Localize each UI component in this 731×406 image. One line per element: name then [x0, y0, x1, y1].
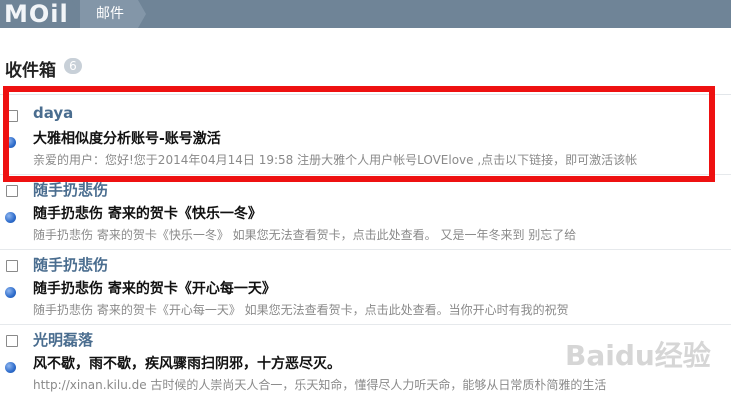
message-sender[interactable]: 随手扔悲伤 — [33, 179, 108, 200]
message-snippet[interactable]: 随手扔悲伤 寄来的贺卡《开心每一天》 如果您无法查看贺卡，点击此处查看。当你开心… — [33, 301, 728, 318]
message-subject[interactable]: 随手扔悲伤 寄来的贺卡《开心每一天》 — [33, 278, 276, 298]
unread-dot-icon — [5, 287, 16, 298]
breadcrumb-separator — [72, 0, 80, 28]
select-checkbox[interactable] — [6, 335, 18, 347]
message-subject[interactable]: 大雅相似度分析账号-账号激活 — [33, 128, 221, 148]
message-snippet[interactable]: 随手扔悲伤 寄来的贺卡《快乐一冬》 如果您无法查看贺卡，点击此处查看。 又是一年… — [33, 226, 728, 243]
select-checkbox[interactable] — [6, 185, 18, 197]
unread-count-badge: 6 — [64, 58, 82, 74]
message-sender[interactable]: 光明磊落 — [33, 329, 93, 350]
unread-dot-icon — [5, 137, 16, 148]
baidu-watermark: Baidu经验 — [565, 339, 711, 372]
select-checkbox[interactable] — [6, 110, 18, 122]
app-logo[interactable]: MOil — [4, 0, 69, 28]
breadcrumb-label[interactable]: 邮件 — [96, 0, 124, 28]
inbox-title: 收件箱 — [5, 61, 56, 81]
message-row[interactable]: 随手扔悲伤 随手扔悲伤 寄来的贺卡《开心每一天》 随手扔悲伤 寄来的贺卡《开心每… — [0, 245, 731, 325]
message-snippet[interactable]: http://xinan.kilu.de 古时候的人崇尚天人合一，乐天知命，懂得… — [33, 376, 728, 393]
message-sender[interactable]: daya — [33, 104, 73, 122]
message-sender[interactable]: 随手扔悲伤 — [33, 254, 108, 275]
message-subject[interactable]: 随手扔悲伤 寄来的贺卡《快乐一冬》 — [33, 203, 262, 223]
select-checkbox[interactable] — [6, 260, 18, 272]
top-bar: MOil 邮件 — [0, 0, 731, 28]
unread-dot-icon — [5, 362, 16, 373]
message-snippet[interactable]: 亲爱的用户：您好!您于2014年04月14日 19:58 注册大雅个人用户帐号L… — [33, 151, 728, 168]
message-row[interactable]: 随手扔悲伤 随手扔悲伤 寄来的贺卡《快乐一冬》 随手扔悲伤 寄来的贺卡《快乐一冬… — [0, 170, 731, 250]
unread-dot-icon — [5, 212, 16, 223]
message-row[interactable]: daya 大雅相似度分析账号-账号激活 亲爱的用户：您好!您于2014年04月1… — [0, 95, 731, 175]
message-subject[interactable]: 风不歇，雨不歇，疾风骤雨扫阴邪，十方恶尽灭。 — [33, 353, 341, 373]
